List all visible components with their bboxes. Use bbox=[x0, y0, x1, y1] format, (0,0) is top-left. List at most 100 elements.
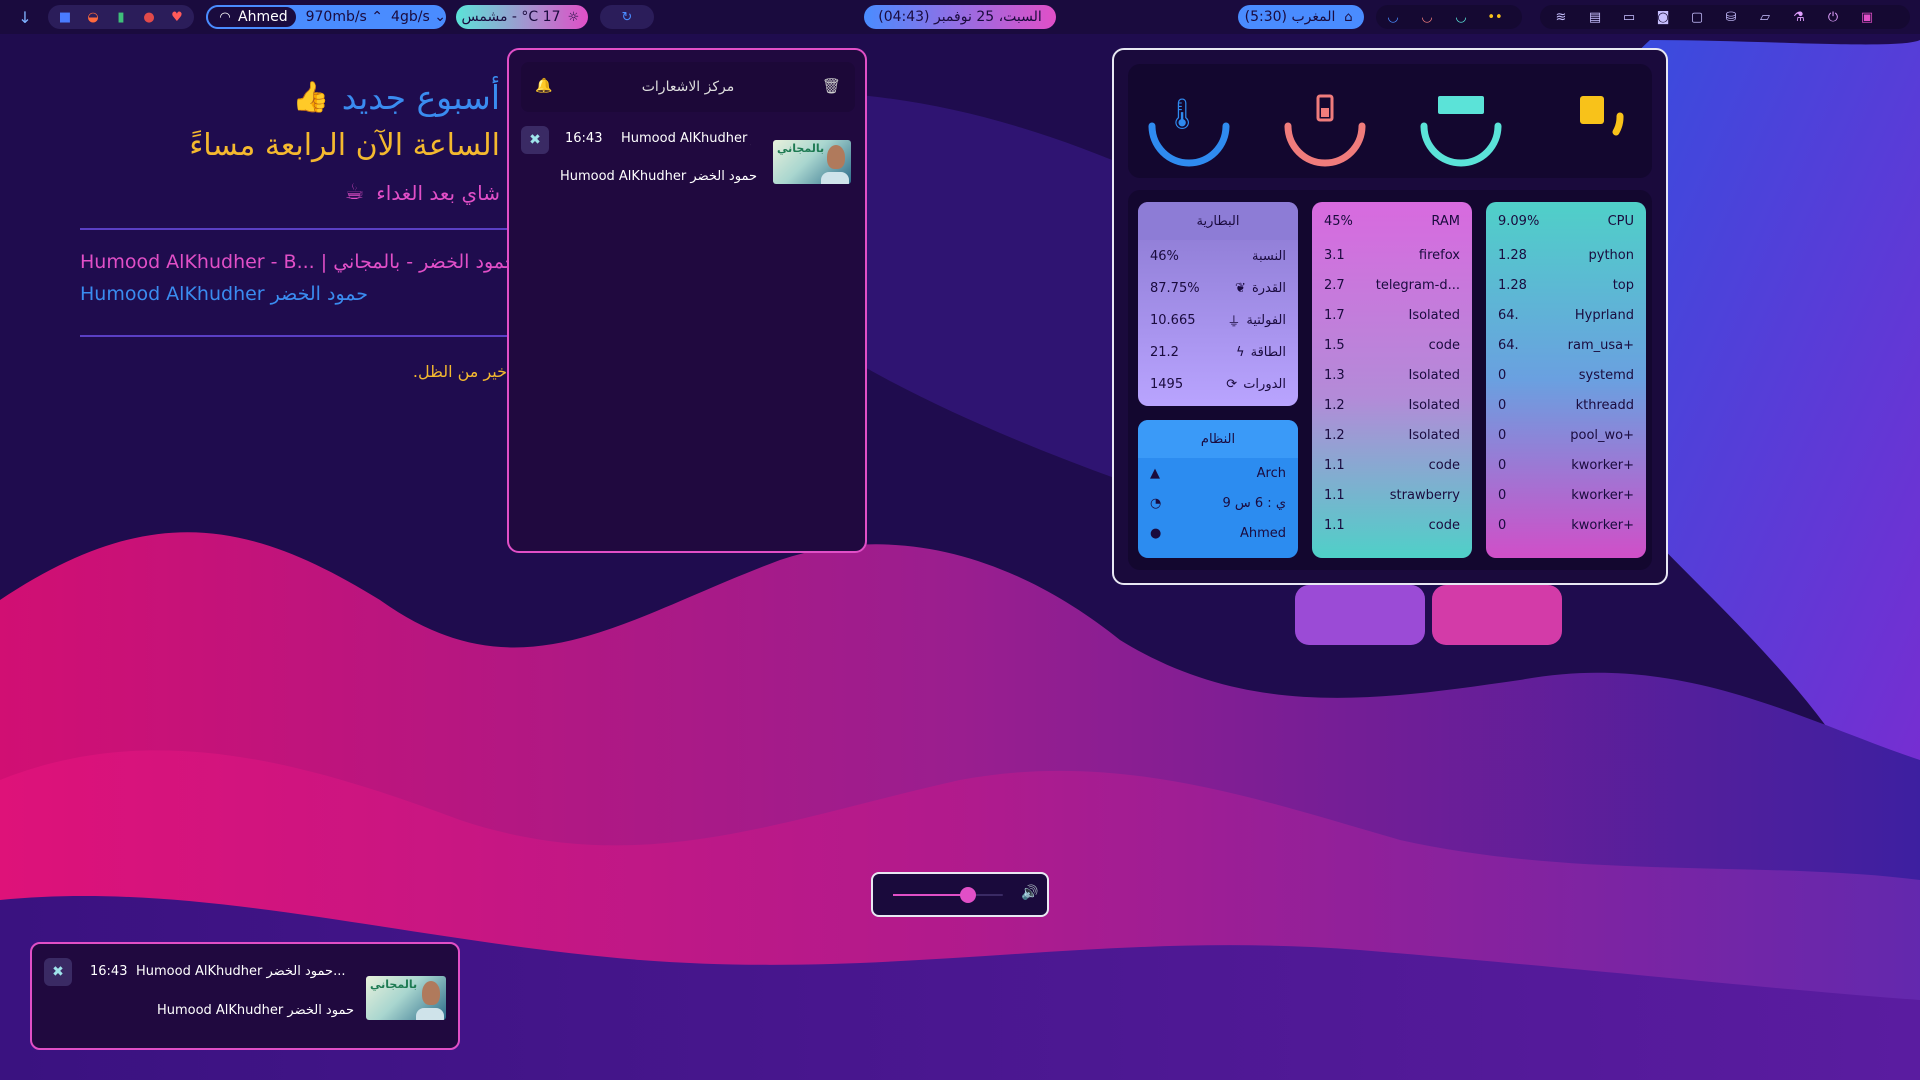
battery-row-label-text: الفولتية bbox=[1246, 312, 1286, 328]
datetime-text: (04:43) السبت، 25 نوفمبر bbox=[878, 9, 1042, 25]
dismiss-toast-button[interactable]: ✖ bbox=[44, 958, 72, 986]
chat-icon[interactable]: ▢ bbox=[1688, 8, 1706, 26]
arch-icon: ▲ bbox=[1150, 465, 1160, 481]
thermometer-icon: 🌡 bbox=[1163, 97, 1201, 132]
app-launchers: ≋ ▤ ▭ ◙ ▢ ⛁ ▱ ⚗ ⏻ ▣ bbox=[1540, 5, 1910, 29]
cpu-process-row: 0 kworker+ bbox=[1486, 510, 1646, 540]
ram-process-name: code bbox=[1428, 517, 1460, 533]
volume-track[interactable] bbox=[893, 887, 1003, 903]
battery-tray-icon[interactable]: ▮ bbox=[112, 8, 130, 26]
bluetooth-icon[interactable]: ■ bbox=[56, 8, 74, 26]
notification-item[interactable]: ✖ 16:43 Humood AlKhudher حمود الخضر Humo… bbox=[521, 118, 855, 198]
clock[interactable]: (04:43) السبت، 25 نوفمبر bbox=[864, 5, 1056, 29]
battery-row-label-text: الطاقة bbox=[1250, 344, 1286, 360]
cpu-process-row: 0 kworker+ bbox=[1486, 480, 1646, 510]
battery-rows: 46% النسبة 87.75% القدرة ❦ 10.665 الفولتية ⏚ 21.… bbox=[1138, 240, 1298, 400]
battery-row-label-text: الدورات bbox=[1243, 376, 1286, 392]
cycle-icon: ⟳ bbox=[1226, 376, 1238, 392]
battery-row-value: 10.665 bbox=[1150, 312, 1196, 328]
folder-icon[interactable]: ▱ bbox=[1756, 8, 1774, 26]
battery-row-value: 87.75% bbox=[1150, 280, 1200, 296]
ram-process-value: 1.1 bbox=[1324, 457, 1345, 473]
terminal-icon[interactable]: ▣ bbox=[1858, 8, 1876, 26]
cup-icon: ☕ bbox=[344, 180, 365, 205]
memory-icon bbox=[1438, 96, 1484, 114]
firefox-icon[interactable]: ◒ bbox=[84, 8, 102, 26]
battery-card: البطارية 46% النسبة 87.75% القدرة ❦ 10.665 الف… bbox=[1138, 202, 1298, 406]
mini-gauges: ◡ ◡ ◡ •• bbox=[1376, 5, 1522, 29]
toast-title: Humood AlKhudher حمود الخضر... bbox=[136, 964, 346, 979]
battery-card-title: البطارية bbox=[1196, 213, 1240, 229]
card-icon[interactable]: ▭ bbox=[1620, 8, 1638, 26]
notification-toast[interactable]: ✖ 16:43 Humood AlKhudher حمود الخضر... H… bbox=[30, 942, 460, 1050]
ram-process-row: 1.3 Isolated bbox=[1312, 360, 1472, 390]
ram-process-row: 1.2 Isolated bbox=[1312, 420, 1472, 450]
toast-time: 16:43 bbox=[90, 964, 128, 979]
media-title[interactable]: Humood AlKhudher - B... | حمود الخضر - ب… bbox=[80, 251, 507, 273]
volume-knob[interactable] bbox=[959, 887, 976, 903]
network-user-pill: ◠ Ahmed bbox=[206, 5, 298, 29]
network-widget[interactable]: ◠ Ahmed 970mb/s ⌃ 4gb/s ⌄ bbox=[206, 5, 446, 29]
headline: أسبوع جديد 👍 bbox=[292, 78, 500, 117]
refresh-icon: ↻ bbox=[621, 9, 633, 25]
camera-icon[interactable]: ◙ bbox=[1654, 8, 1672, 26]
ram-process-row: 3.1 firefox bbox=[1312, 240, 1472, 270]
document-icon[interactable]: ▤ bbox=[1586, 8, 1604, 26]
toast-thumbnail: بالمجاني bbox=[366, 976, 446, 1020]
ram-process-value: 1.2 bbox=[1324, 427, 1345, 443]
cpu-process-value: 0 bbox=[1498, 457, 1507, 473]
notification-center-header: 🔔 مركز الاشعارات 🗑 bbox=[521, 62, 855, 112]
refresh-button[interactable]: ↻ bbox=[600, 5, 654, 29]
tray-apps: ■ ◒ ▮ ● ♥ bbox=[48, 5, 194, 29]
battery-card-header: البطارية bbox=[1138, 202, 1298, 240]
ram-process-name: firefox bbox=[1418, 247, 1460, 263]
trash-icon[interactable]: 🗑 bbox=[822, 77, 841, 95]
download-speed: 4gb/s ⌄ bbox=[391, 9, 446, 25]
ram-process-name: Isolated bbox=[1408, 397, 1461, 413]
battery-fill bbox=[1321, 108, 1329, 117]
top-bar: ↓ ■ ◒ ▮ ● ♥ ◠ Ahmed 970mb/s ⌃ 4gb/s ⌄ ☼ … bbox=[0, 0, 1920, 34]
ram-process-row: 1.5 code bbox=[1312, 330, 1472, 360]
ram-process-row: 1.1 code bbox=[1312, 450, 1472, 480]
ram-process-list: 3.1 firefox 2.7 telegram-d... 1.7 Isolated 1.5… bbox=[1312, 240, 1472, 540]
strawberry-icon[interactable]: ♥ bbox=[168, 8, 186, 26]
network-user: Ahmed bbox=[238, 9, 288, 25]
cpu-process-row: 0 pool_wo+ bbox=[1486, 420, 1646, 450]
arrow-down-icon[interactable]: ↓ bbox=[16, 8, 34, 27]
cpu-process-row: 64. Hyprland bbox=[1486, 300, 1646, 330]
divider-top bbox=[80, 228, 507, 230]
speaker-icon[interactable]: 🔊 bbox=[1021, 885, 1038, 901]
ram-process-row: 1.7 Isolated bbox=[1312, 300, 1472, 330]
prayer-time[interactable]: ⌂ المغرب (5:30) bbox=[1238, 5, 1364, 29]
battery-mini-icon: ◡ bbox=[1421, 9, 1433, 25]
ram-percent: 45% bbox=[1324, 213, 1353, 229]
system-monitor-panel: 🌡 البطارية 46% النسبة 87.75% القدرة ❦ 10.665 ا… bbox=[1112, 48, 1668, 585]
layers-icon[interactable]: ≋ bbox=[1552, 8, 1570, 26]
battery-row-label-text: القدرة bbox=[1251, 280, 1286, 296]
weather-widget[interactable]: ☼ 17 C° - مشمس bbox=[456, 5, 588, 29]
cpu-mini-icon: •• bbox=[1487, 9, 1503, 25]
cpu-process-value: 0 bbox=[1498, 397, 1507, 413]
dismiss-notification-button[interactable]: ✖ bbox=[521, 126, 549, 154]
battery-row: 21.2 الطاقة ϟ bbox=[1138, 336, 1298, 368]
bell-icon[interactable]: 🔔 bbox=[535, 78, 552, 94]
notification-center-title: مركز الاشعارات bbox=[641, 79, 735, 95]
reminder-text: شاي بعد الغداء bbox=[376, 180, 500, 205]
chrome-icon[interactable]: ● bbox=[140, 8, 158, 26]
gauges-row: 🌡 bbox=[1128, 64, 1652, 178]
battery-row: 1495 الدورات ⟳ bbox=[1138, 368, 1298, 400]
cpu-process-row: 64. ram_usa+ bbox=[1486, 330, 1646, 360]
thumbnail-person bbox=[416, 1008, 444, 1020]
ram-process-value: 3.1 bbox=[1324, 247, 1345, 263]
ram-process-value: 1.1 bbox=[1324, 487, 1345, 503]
ram-process-row: 1.1 strawberry bbox=[1312, 480, 1472, 510]
ram-process-name: code bbox=[1428, 337, 1460, 353]
database-icon[interactable]: ⛁ bbox=[1722, 8, 1740, 26]
temp-mini-icon: ◡ bbox=[1387, 9, 1399, 25]
battery-row-value: 1495 bbox=[1150, 376, 1184, 392]
ram-process-value: 1.5 bbox=[1324, 337, 1345, 353]
ram-process-row: 1.2 Isolated bbox=[1312, 390, 1472, 420]
power-icon[interactable]: ⏻ bbox=[1824, 8, 1842, 26]
cpu-process-name: kworker+ bbox=[1571, 457, 1634, 473]
flask-icon[interactable]: ⚗ bbox=[1790, 8, 1808, 26]
